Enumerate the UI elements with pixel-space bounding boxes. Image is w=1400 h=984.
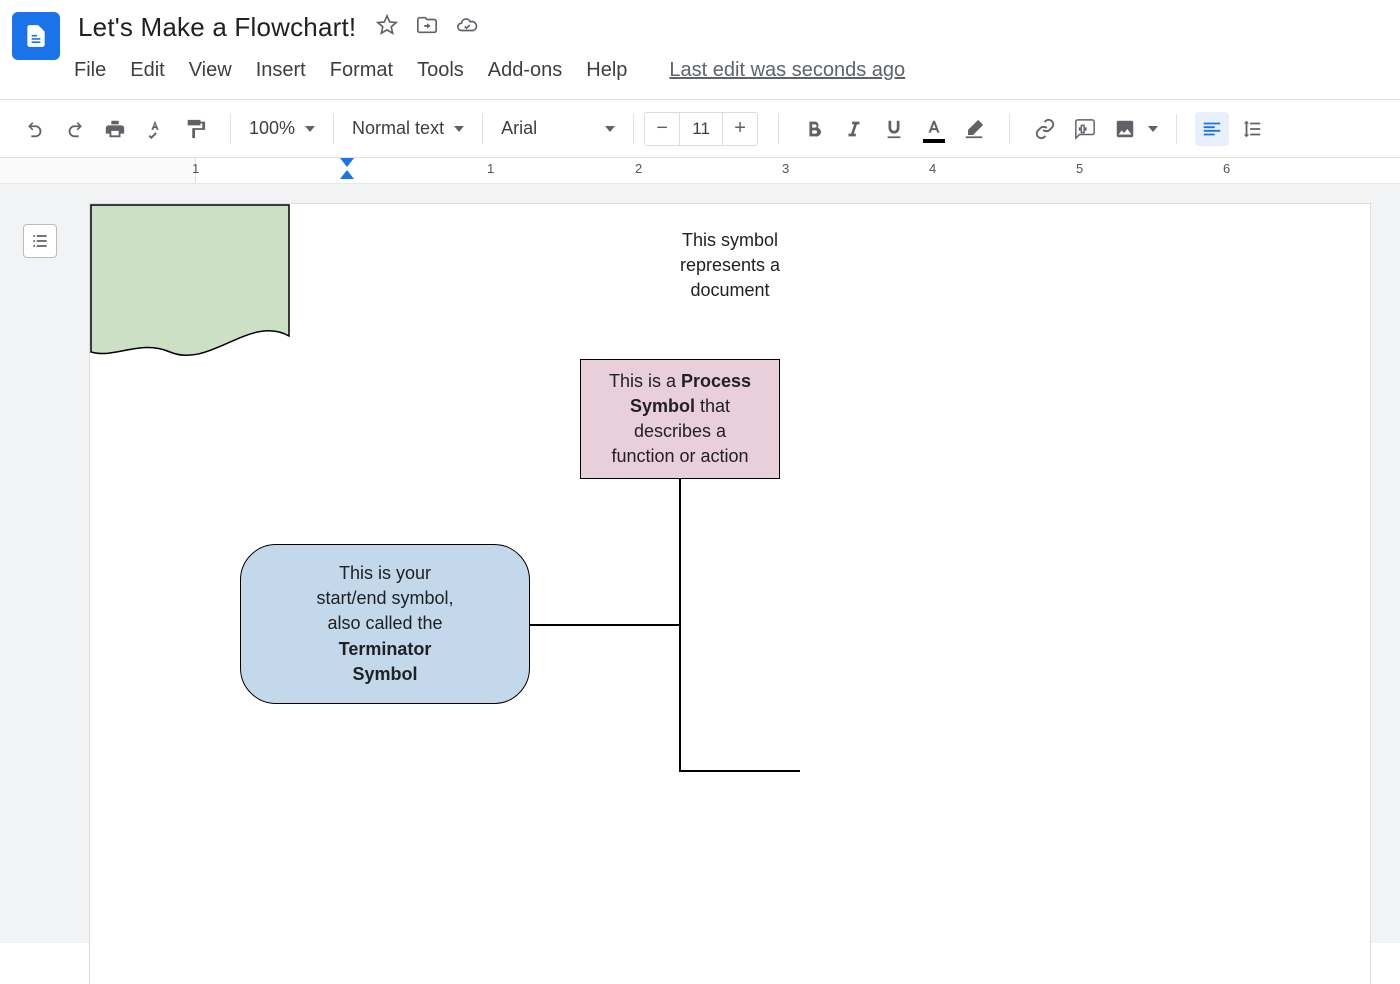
font-size-input[interactable] — [679, 113, 723, 145]
ruler-label: 1 — [192, 161, 199, 176]
cloud-status-icon[interactable] — [456, 14, 478, 41]
page[interactable]: This is your start/end symbol, also call… — [90, 204, 1370, 984]
flowchart-document-shape[interactable]: This symbol represents a document — [90, 204, 290, 354]
connector-line — [679, 479, 681, 626]
flowchart-terminator-shape[interactable]: This is your start/end symbol, also call… — [240, 544, 530, 704]
shape-text: This symbol represents a document — [90, 228, 1370, 304]
insert-link-button[interactable] — [1028, 112, 1062, 146]
caret-down-icon[interactable] — [1148, 126, 1158, 132]
underline-button[interactable] — [877, 112, 911, 146]
menu-help[interactable]: Help — [586, 59, 627, 82]
font-size-stepper: − + — [644, 112, 758, 146]
menu-file[interactable]: File — [74, 59, 106, 82]
zoom-value: 100% — [249, 118, 295, 139]
bold-button[interactable] — [797, 112, 831, 146]
ruler-ticks: 1 1 2 3 4 5 6 — [195, 158, 1400, 183]
ruler-label: 4 — [929, 161, 936, 176]
document-canvas: This is your start/end symbol, also call… — [0, 184, 1400, 943]
zoom-select[interactable]: 100% — [241, 118, 323, 139]
redo-button[interactable] — [58, 112, 92, 146]
font-value: Arial — [501, 118, 537, 139]
document-outline-button[interactable] — [23, 224, 57, 258]
document-title[interactable]: Let's Make a Flowchart! — [74, 10, 360, 45]
caret-down-icon — [305, 126, 315, 132]
ruler-label: 1 — [487, 161, 494, 176]
text-color-button[interactable] — [917, 112, 951, 146]
connector-line — [679, 770, 800, 772]
paragraph-style-value: Normal text — [352, 118, 444, 139]
font-size-increase[interactable]: + — [723, 117, 757, 140]
line-spacing-button[interactable] — [1235, 112, 1269, 146]
highlight-color-button[interactable] — [957, 112, 991, 146]
ruler-label: 6 — [1223, 161, 1230, 176]
spellcheck-button[interactable] — [138, 112, 172, 146]
print-button[interactable] — [98, 112, 132, 146]
connector-line — [679, 624, 681, 772]
menubar: File Edit View Insert Format Tools Add-o… — [74, 59, 905, 82]
last-edit-link[interactable]: Last edit was seconds ago — [669, 59, 905, 82]
app-header: Let's Make a Flowchart! File Edit View I… — [0, 0, 1400, 100]
italic-button[interactable] — [837, 112, 871, 146]
ruler-label: 2 — [635, 161, 642, 176]
menu-format[interactable]: Format — [330, 59, 393, 82]
align-left-button[interactable] — [1195, 112, 1229, 146]
caret-down-icon — [605, 126, 615, 132]
toolbar: 100% Normal text Arial − + — [0, 100, 1400, 158]
paint-format-button[interactable] — [178, 112, 212, 146]
menu-edit[interactable]: Edit — [130, 59, 164, 82]
menu-tools[interactable]: Tools — [417, 59, 464, 82]
star-icon[interactable] — [376, 14, 398, 41]
menu-insert[interactable]: Insert — [256, 59, 306, 82]
horizontal-ruler[interactable]: 1 1 2 3 4 5 6 — [0, 158, 1400, 184]
undo-button[interactable] — [18, 112, 52, 146]
first-line-indent-marker[interactable] — [340, 158, 354, 167]
ruler-label: 5 — [1076, 161, 1083, 176]
docs-logo[interactable] — [12, 12, 60, 60]
left-indent-marker[interactable] — [340, 170, 354, 179]
shape-text: This is a Process Symbol that describes … — [609, 369, 751, 470]
caret-down-icon — [454, 126, 464, 132]
insert-image-button[interactable] — [1108, 112, 1142, 146]
menu-addons[interactable]: Add-ons — [488, 59, 563, 82]
font-size-decrease[interactable]: − — [645, 117, 679, 140]
add-comment-button[interactable] — [1068, 112, 1102, 146]
move-folder-icon[interactable] — [416, 14, 438, 41]
font-select[interactable]: Arial — [493, 118, 623, 139]
flowchart-process-shape[interactable]: This is a Process Symbol that describes … — [580, 359, 780, 479]
menu-view[interactable]: View — [189, 59, 232, 82]
ruler-label: 3 — [782, 161, 789, 176]
connector-line — [530, 624, 680, 626]
shape-text: This is your start/end symbol, also call… — [316, 561, 453, 687]
paragraph-style-select[interactable]: Normal text — [344, 118, 472, 139]
